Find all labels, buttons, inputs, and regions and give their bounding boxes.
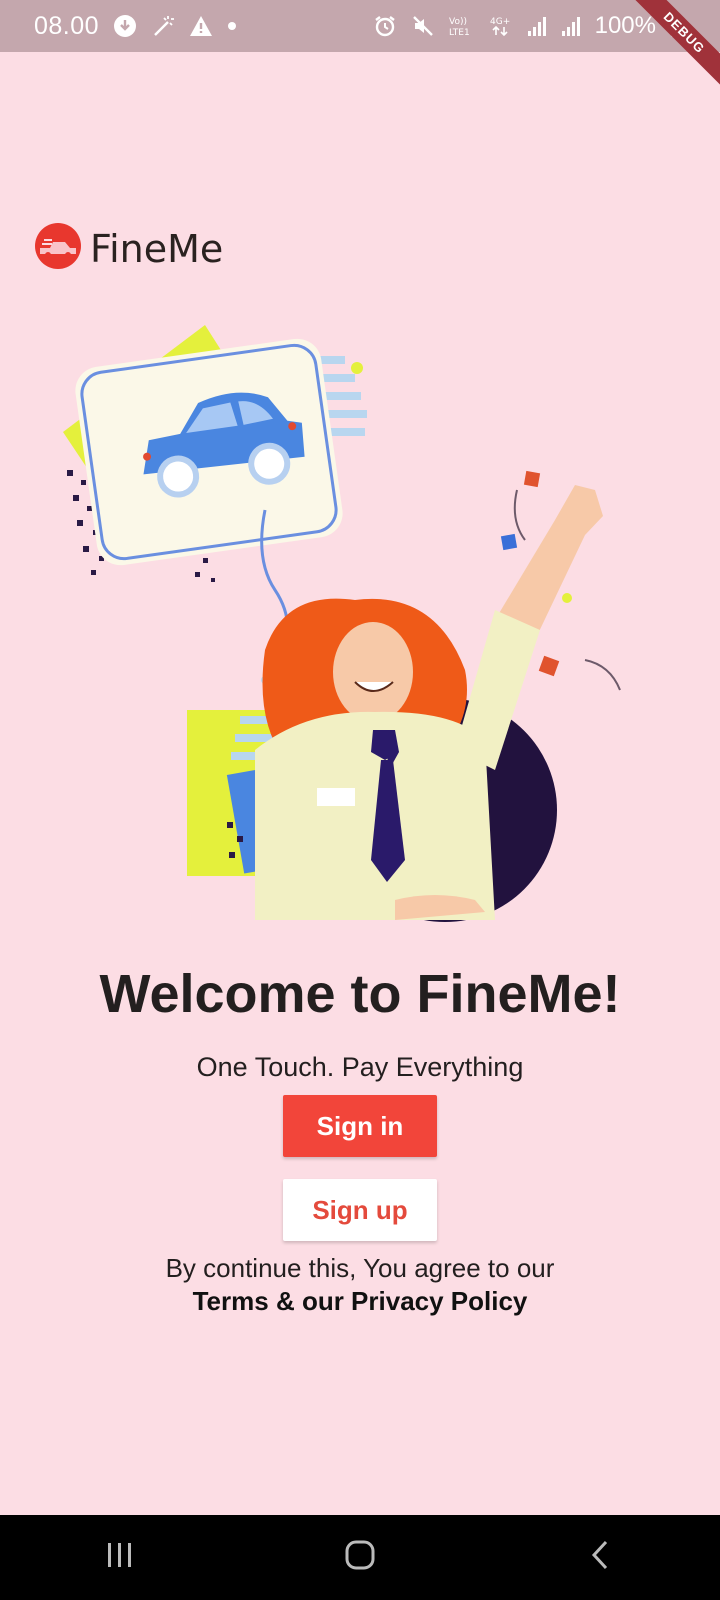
warning-icon [189,15,213,37]
welcome-illustration [55,320,655,950]
tagline: One Touch. Pay Everything [196,1052,524,1082]
alarm-icon [373,14,397,38]
system-nav-bar [0,1515,720,1600]
status-bar: 08.00 Vo)) LTE1 4G+ 100% [0,0,720,52]
status-time: 08.00 [34,11,100,40]
svg-text:4G+: 4G+ [490,17,510,27]
volte-icon: Vo)) LTE1 [449,14,475,38]
magic-wand-icon [151,14,175,38]
recent-apps-button[interactable] [80,1528,160,1588]
signal-icon [527,15,547,37]
logo-name: FineMe [90,226,224,271]
signal-icon [561,15,581,37]
home-icon [344,1539,376,1576]
mute-icon [411,14,435,38]
svg-text:LTE1: LTE1 [449,28,470,38]
dot-icon [227,21,237,31]
terms-text: By continue this, You agree to our [165,1253,555,1283]
back-button[interactable] [560,1528,640,1588]
4g-icon: 4G+ [489,14,513,38]
home-button[interactable] [320,1528,400,1588]
status-right: Vo)) LTE1 4G+ 100% [373,12,684,40]
sign-in-button[interactable]: Sign in [283,1095,437,1157]
welcome-title: Welcome to FineMe! [99,964,621,1024]
status-left: 08.00 [34,12,237,41]
recent-apps-icon [105,1541,135,1574]
svg-text:Vo)): Vo)) [449,17,467,27]
download-icon [113,14,137,38]
terms-privacy-link[interactable]: Terms & our Privacy Policy [0,1286,720,1317]
sign-up-button[interactable]: Sign up [283,1179,437,1241]
fineme-logo-icon [34,222,82,275]
app-logo: FineMe [34,222,223,275]
back-icon [588,1539,612,1576]
battery-percent: 100% [594,12,656,39]
